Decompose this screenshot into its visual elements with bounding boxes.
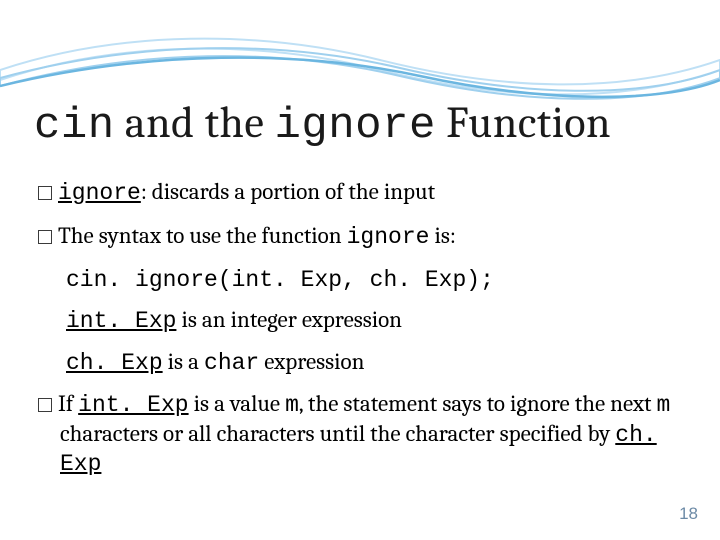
slide-body: ignore: discards a portion of the input … [38,178,684,493]
bullet-2-code: ignore [347,224,430,250]
bullet-marker [38,398,52,412]
sub-1: int. Exp is an integer expression [66,306,684,336]
decorative-wave [0,0,720,110]
bullet-1: ignore: discards a portion of the input [38,178,684,208]
sub-2-code-a: ch. Exp [66,350,163,376]
sub-2-code-b: char [204,350,259,376]
bullet-3-text-d: characters or all characters until the c… [60,420,615,447]
bullet-2-text-a: The syntax to use the function [58,222,347,249]
page-number: 18 [679,504,698,524]
sub-2: ch. Exp is a char expression [66,348,684,378]
title-code-2: ignore [274,101,435,151]
bullet-1-code: ignore [58,180,141,206]
bullet-marker [38,186,52,200]
sub-2-text-a: is a [163,348,204,375]
bullet-3-text-c: , the statement says to ignore the next [299,390,657,417]
bullet-3-code-c: m [657,392,671,418]
bullet-3-code-a: int. Exp [78,392,188,418]
title-text-2: Function [436,97,611,148]
code-line: cin. ignore(int. Exp, ch. Exp); [66,266,684,295]
slide-title: cin and the ignore Function [34,100,686,149]
bullet-2: The syntax to use the function ignore is… [38,222,684,252]
title-text-1: and the [115,97,275,148]
bullet-3-text-b: is a value [189,390,286,417]
bullet-1-text: : discards a portion of the input [141,178,435,205]
bullet-3-text-a: If [58,390,78,417]
bullet-3-code-b: m [285,392,299,418]
sub-1-text: is an integer expression [176,306,402,333]
bullet-marker [38,230,52,244]
slide: cin and the ignore Function ignore: disc… [0,0,720,540]
title-code-1: cin [34,101,115,151]
sub-2-text-b: expression [259,348,364,375]
bullet-2-text-b: is: [429,222,456,249]
bullet-3: If int. Exp is a value m, the statement … [38,390,684,479]
sub-1-code: int. Exp [66,308,176,334]
